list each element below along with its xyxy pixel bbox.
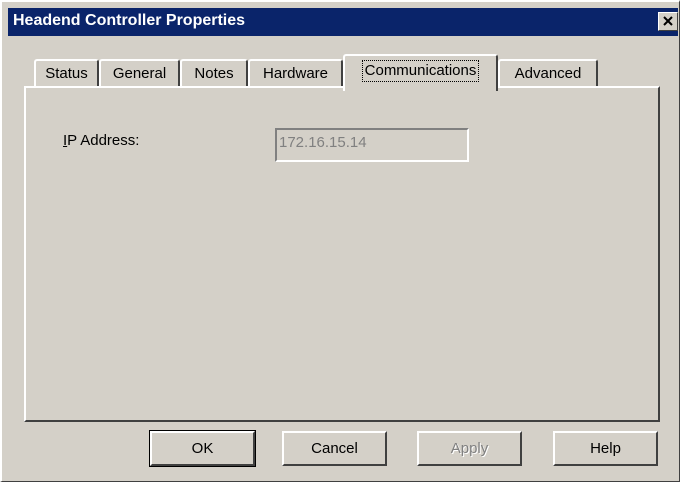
- tab-label: Notes: [194, 65, 234, 82]
- close-button[interactable]: [658, 12, 678, 31]
- help-button[interactable]: Help: [553, 431, 658, 466]
- window-title: Headend Controller Properties: [13, 12, 246, 29]
- help-label: Help: [590, 440, 621, 457]
- tab-status[interactable]: Status: [34, 59, 99, 87]
- communications-panel: IP Address: 172.16.15.14: [24, 86, 660, 422]
- ip-address-label: IP Address:: [63, 132, 139, 149]
- close-icon: [663, 16, 673, 26]
- ok-label: OK: [191, 440, 214, 457]
- cancel-button[interactable]: Cancel: [282, 431, 387, 466]
- tab-advanced[interactable]: Advanced: [498, 59, 598, 87]
- tab-label: Hardware: [262, 65, 329, 82]
- tab-communications[interactable]: Communications: [343, 54, 498, 91]
- tab-label: Communications: [361, 60, 480, 82]
- ok-button[interactable]: OK: [149, 430, 256, 467]
- tab-notes[interactable]: Notes: [180, 59, 248, 87]
- tab-label: Advanced: [514, 65, 582, 82]
- ip-address-field[interactable]: 172.16.15.14: [275, 128, 469, 162]
- cancel-label: Cancel: [311, 440, 358, 457]
- apply-label: Apply: [450, 440, 489, 457]
- tab-general[interactable]: General: [99, 59, 180, 87]
- apply-button[interactable]: Apply: [417, 431, 522, 466]
- title-bar[interactable]: Headend Controller Properties: [8, 8, 678, 36]
- tab-label: Status: [45, 65, 88, 82]
- properties-dialog: Headend Controller Properties Status Gen…: [0, 0, 680, 482]
- tab-hardware[interactable]: Hardware: [248, 59, 343, 87]
- tab-label: General: [112, 65, 167, 82]
- ip-label-rest: P Address:: [67, 132, 140, 149]
